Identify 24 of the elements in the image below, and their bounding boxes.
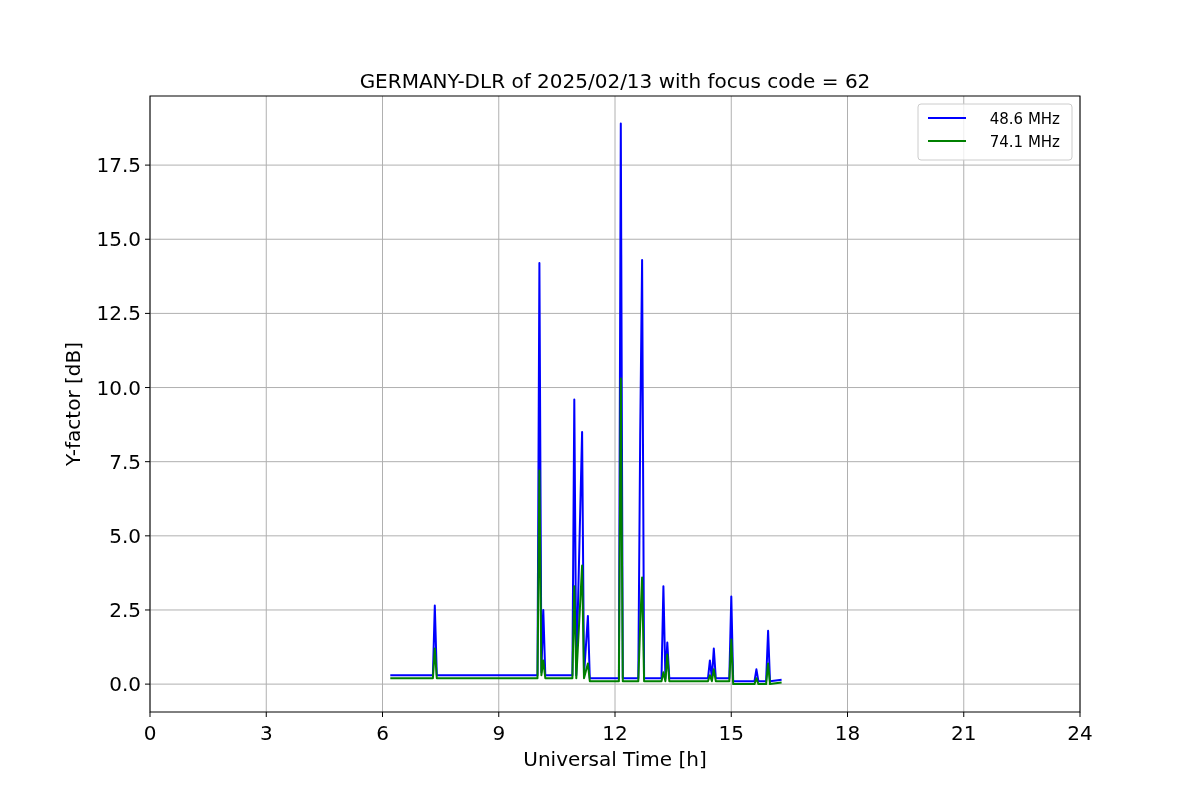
x-tick-label: 0: [143, 721, 157, 745]
y-tick-label: 2.5: [109, 598, 141, 622]
legend-line-icon: [927, 140, 967, 142]
x-tick-label: 18: [834, 721, 861, 745]
x-tick-label: 12: [602, 721, 628, 745]
y-tick-label: 5.0: [109, 523, 141, 548]
y-axis-label: Y-factor [dB]: [61, 342, 85, 466]
x-tick-label: 3: [259, 721, 273, 745]
legend-label: 48.6 MHz: [989, 110, 1060, 128]
y-tick-label: 17.5: [96, 153, 141, 178]
y-tick-label: 0.0: [109, 672, 141, 697]
x-tick-label: 21: [951, 721, 977, 745]
legend-line-icon: [927, 117, 967, 119]
x-tick-label: 24: [1067, 721, 1093, 745]
x-tick-label: 6: [376, 721, 389, 745]
x-tick-label: 9: [492, 721, 506, 745]
x-axis-label: Universal Time [h]: [523, 747, 707, 771]
x-tick-label: 15: [718, 721, 744, 745]
y-tick-label: 15.0: [96, 227, 141, 252]
y-tick-label: 12.5: [96, 301, 141, 326]
y-tick-label: 10.0: [96, 375, 141, 400]
chart-title: GERMANY-DLR of 2025/02/13 with focus code = 62: [359, 69, 871, 93]
legend-label: 74.1 MHz: [989, 133, 1060, 151]
y-tick-label: 7.5: [109, 449, 141, 474]
